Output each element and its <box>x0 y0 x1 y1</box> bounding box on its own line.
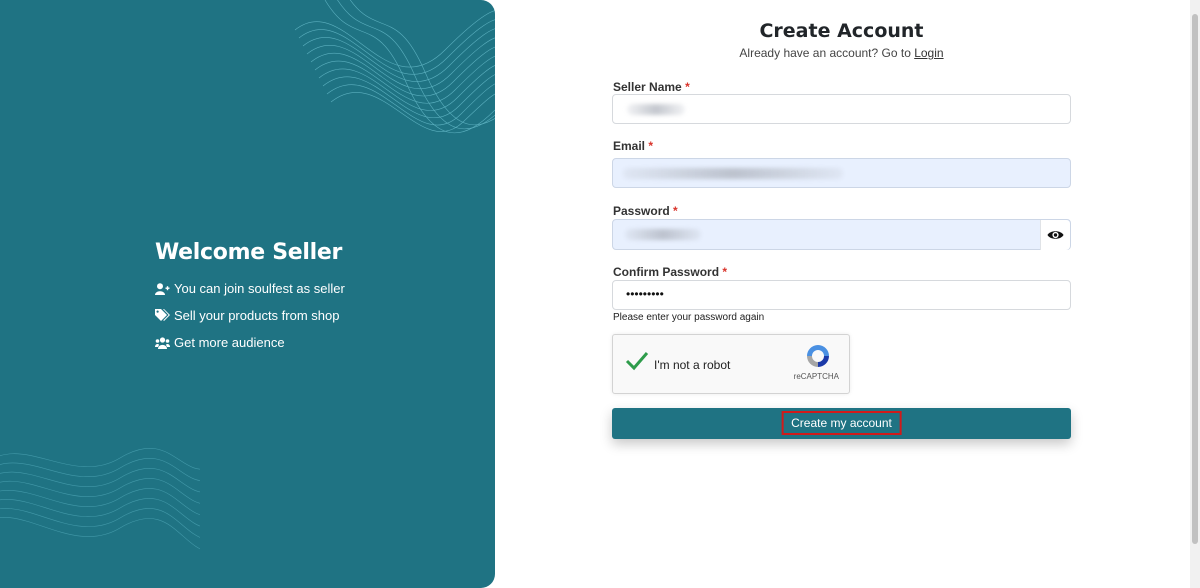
recaptcha-label: I'm not a robot <box>654 358 731 372</box>
recaptcha-widget[interactable]: I'm not a robot reCAPTCHA <box>612 334 850 394</box>
recaptcha-brand: reCAPTCHA <box>793 372 839 381</box>
login-prompt-text: Already have an account? Go to <box>739 46 915 60</box>
scrollbar-thumb[interactable] <box>1192 14 1198 544</box>
confirm-password-input[interactable]: ••••••••• <box>612 280 1071 310</box>
feature-item: Sell your products from shop <box>155 302 345 329</box>
confirm-password-hint: Please enter your password again <box>613 312 765 323</box>
required-mark: * <box>673 204 678 218</box>
user-plus-icon <box>155 282 174 295</box>
password-label: Password * <box>613 204 678 218</box>
eye-icon <box>1047 231 1064 239</box>
email-input[interactable] <box>612 158 1071 188</box>
redacted-value <box>627 104 685 115</box>
wave-decoration <box>294 0 495 134</box>
feature-text: You can join soulfest as seller <box>174 281 345 296</box>
feature-item: Get more audience <box>155 329 345 356</box>
confirm-password-label: Confirm Password * <box>613 265 727 279</box>
feature-text: Sell your products from shop <box>174 308 340 323</box>
checkmark-icon <box>625 352 649 371</box>
redacted-value <box>625 229 701 240</box>
seller-name-input[interactable] <box>612 94 1071 124</box>
page-scrollbar[interactable] <box>1190 0 1200 588</box>
feature-text: Get more audience <box>174 335 285 350</box>
required-mark: * <box>648 139 654 153</box>
required-mark: * <box>685 80 690 94</box>
password-label-text: Password <box>613 204 670 218</box>
create-account-button[interactable]: Create my account <box>612 408 1071 439</box>
create-account-button-label: Create my account <box>781 411 902 435</box>
welcome-block: Welcome Seller You can join soulfest as … <box>155 240 345 356</box>
seller-name-label-text: Seller Name <box>613 80 682 94</box>
required-mark: * <box>722 265 728 279</box>
email-label: Email * <box>613 139 653 153</box>
welcome-heading: Welcome Seller <box>155 240 343 265</box>
confirm-password-value: ••••••••• <box>626 287 664 301</box>
seller-name-label: Seller Name * <box>613 80 690 94</box>
tags-icon <box>155 309 174 322</box>
login-link[interactable]: Login <box>914 46 943 60</box>
login-prompt: Already have an account? Go to Login <box>612 46 1071 60</box>
confirm-password-label-text: Confirm Password <box>613 265 720 279</box>
page-title: Create Account <box>759 20 924 42</box>
welcome-panel: Welcome Seller You can join soulfest as … <box>0 0 495 588</box>
users-icon <box>155 336 174 349</box>
password-input[interactable] <box>612 219 1071 250</box>
redacted-value <box>623 168 843 179</box>
email-label-text: Email <box>613 139 646 153</box>
toggle-password-visibility[interactable] <box>1040 220 1070 250</box>
wave-decoration <box>0 448 200 549</box>
recaptcha-logo-icon <box>807 345 829 367</box>
feature-item: You can join soulfest as seller <box>155 275 345 302</box>
